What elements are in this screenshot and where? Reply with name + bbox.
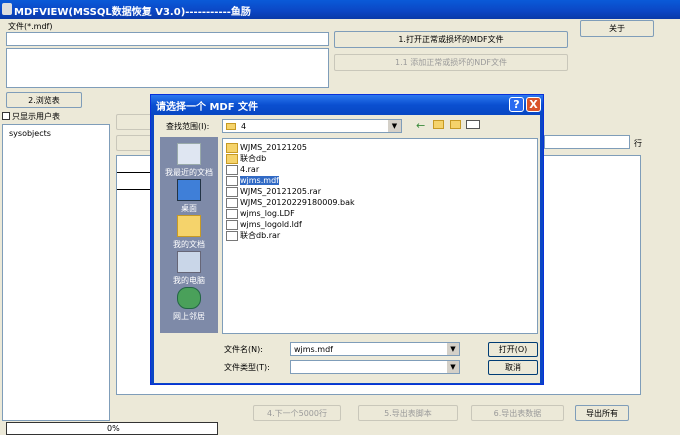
lookin-value: 4 xyxy=(241,122,247,131)
filename-input[interactable]: wjms.mdf ▼ xyxy=(290,342,460,356)
list-item[interactable]: WJMS_20121205.rar xyxy=(226,186,321,197)
my-computer-icon xyxy=(177,251,201,273)
window-title: MDFVIEW(MSSQL数据恢复 V3.0)-----------鱼肠 xyxy=(14,7,251,18)
place-recent[interactable]: 我最近的文档 xyxy=(160,143,218,178)
list-item[interactable]: wjms.mdf xyxy=(226,175,279,186)
view-menu-icon[interactable] xyxy=(466,120,480,129)
filetype-select[interactable]: ▼ xyxy=(290,360,460,374)
list-item[interactable]: WJMS_20120229180009.bak xyxy=(226,197,355,208)
grid-header-line-2 xyxy=(117,189,151,190)
hidden-button-b[interactable] xyxy=(116,135,154,151)
window-titlebar: MDFVIEW(MSSQL数据恢复 V3.0)-----------鱼肠 xyxy=(0,0,680,19)
file-icon xyxy=(226,219,238,230)
my-documents-icon xyxy=(177,215,201,237)
folder-icon xyxy=(226,142,238,153)
place-my-documents[interactable]: 我的文档 xyxy=(160,215,218,250)
list-item[interactable]: WJMS_20121205 xyxy=(226,142,307,153)
grid-header-line xyxy=(117,172,151,173)
archive-file-icon xyxy=(226,164,238,175)
browse-tables-button[interactable]: 2.浏览表 xyxy=(6,92,82,108)
export-all-button[interactable]: 导出所有 xyxy=(575,405,629,421)
only-user-tables-label: 只显示用户表 xyxy=(12,112,60,121)
back-icon[interactable]: ← xyxy=(416,119,425,132)
place-label: 桌面 xyxy=(181,204,197,213)
file-label: 文件(*.mdf) xyxy=(8,22,53,31)
place-label: 我最近的文档 xyxy=(165,168,213,177)
progress-text: 0% xyxy=(107,424,120,433)
new-folder-icon[interactable] xyxy=(450,120,461,129)
selected-file-name: wjms.mdf xyxy=(240,176,279,185)
dialog-title: 请选择一个 MDF 文件 xyxy=(156,102,259,113)
dialog-titlebar: 请选择一个 MDF 文件 ? X xyxy=(151,95,543,115)
list-item[interactable]: 4.rar xyxy=(226,164,259,175)
only-user-tables-checkbox[interactable] xyxy=(2,112,10,120)
file-path-input[interactable] xyxy=(6,32,329,46)
open-mdf-button[interactable]: 1.打开正常或损坏的MDF文件 xyxy=(334,31,568,48)
filename-label: 文件名(N): xyxy=(224,345,263,354)
filename-value: wjms.mdf xyxy=(294,345,333,354)
filetype-label: 文件类型(T): xyxy=(224,363,270,372)
row-label: 行 xyxy=(634,139,642,148)
folder-icon xyxy=(226,123,236,130)
hidden-button-a[interactable] xyxy=(116,114,154,130)
up-folder-icon[interactable] xyxy=(433,120,444,129)
file-icon xyxy=(226,175,238,186)
chevron-down-icon[interactable]: ▼ xyxy=(388,120,401,132)
archive-file-icon xyxy=(226,186,238,197)
chevron-down-icon[interactable]: ▼ xyxy=(447,343,459,355)
recent-docs-icon xyxy=(177,143,201,165)
about-button[interactable]: 关于 xyxy=(580,20,654,37)
dialog-open-button[interactable]: 打开(O) xyxy=(488,342,538,357)
network-icon xyxy=(177,287,201,309)
place-label: 网上邻居 xyxy=(173,312,205,321)
close-button[interactable]: X xyxy=(526,97,541,112)
file-icon xyxy=(226,208,238,219)
desktop-icon xyxy=(177,179,201,201)
app-icon xyxy=(2,3,12,15)
place-label: 我的电脑 xyxy=(173,276,205,285)
list-item[interactable]: 联合db.rar xyxy=(226,230,280,241)
dialog-cancel-button[interactable]: 取消 xyxy=(488,360,538,375)
export-script-button[interactable]: 5.导出表脚本 xyxy=(358,405,458,421)
row-count-input[interactable] xyxy=(544,135,630,149)
tree-item-sysobjects[interactable]: sysobjects xyxy=(9,129,51,138)
next-rows-button[interactable]: 4.下一个5000行 xyxy=(253,405,341,421)
help-button[interactable]: ? xyxy=(509,97,524,112)
file-list[interactable]: WJMS_20121205 联合db 4.rar wjms.mdf WJMS_2… xyxy=(222,138,538,334)
open-file-dialog: 请选择一个 MDF 文件 ? X 查找范围(I): 4 ▼ ← 我最近的文档 桌… xyxy=(150,94,544,385)
places-bar: 我最近的文档 桌面 我的文档 我的电脑 网上邻居 xyxy=(160,137,218,333)
place-label: 我的文档 xyxy=(173,240,205,249)
lookin-combo[interactable]: 4 ▼ xyxy=(222,119,402,133)
list-item[interactable]: 联合db xyxy=(226,153,266,164)
dialog-body: 查找范围(I): 4 ▼ ← 我最近的文档 桌面 我的文档 我的电脑 网上邻居 … xyxy=(154,115,540,383)
chevron-down-icon[interactable]: ▼ xyxy=(447,361,459,373)
ndf-list-box[interactable] xyxy=(6,48,329,88)
export-data-button[interactable]: 6.导出表数据 xyxy=(471,405,564,421)
progress-bar: 0% xyxy=(6,422,218,435)
folder-icon xyxy=(226,153,238,164)
place-my-computer[interactable]: 我的电脑 xyxy=(160,251,218,286)
file-icon xyxy=(226,197,238,208)
list-item[interactable]: wjms_logold.ldf xyxy=(226,219,302,230)
place-network[interactable]: 网上邻居 xyxy=(160,287,218,322)
table-tree[interactable]: sysobjects xyxy=(2,124,110,421)
place-desktop[interactable]: 桌面 xyxy=(160,179,218,214)
archive-file-icon xyxy=(226,230,238,241)
list-item[interactable]: wjms_log.LDF xyxy=(226,208,295,219)
add-ndf-button[interactable]: 1.1 添加正常或损坏的NDF文件 xyxy=(334,54,568,71)
lookin-label: 查找范围(I): xyxy=(166,122,210,131)
